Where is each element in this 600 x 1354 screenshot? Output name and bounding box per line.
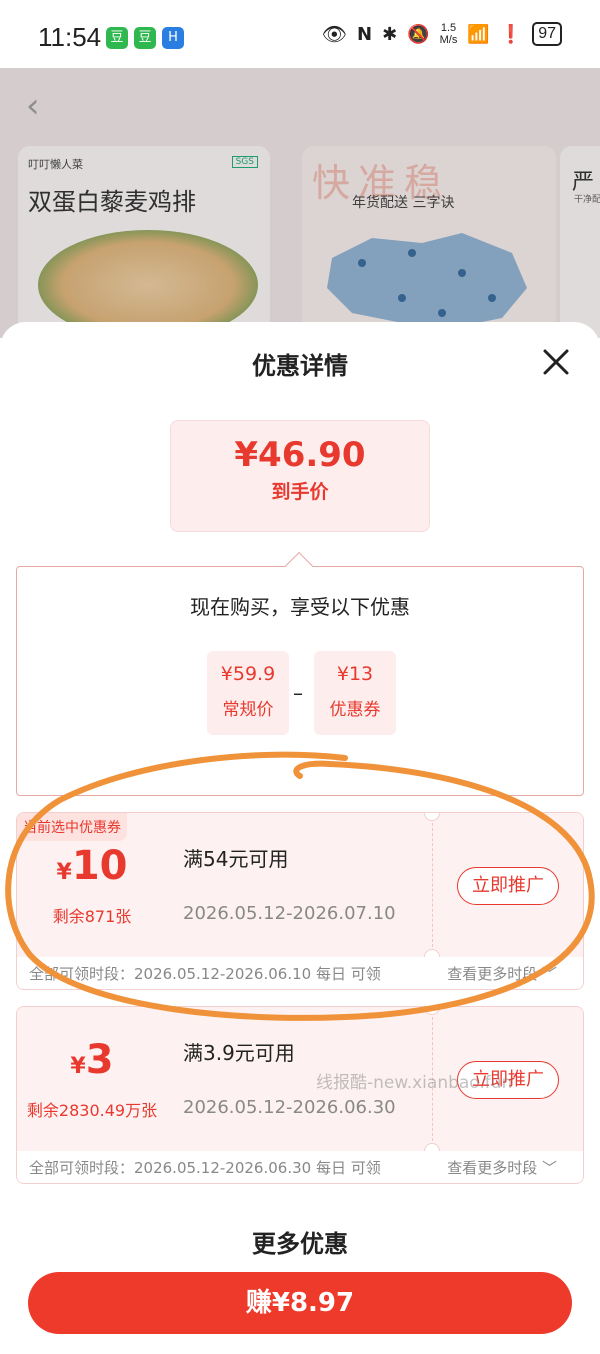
earn-commission-button[interactable]: 赚¥8.97 [28, 1272, 572, 1334]
more-periods-link[interactable]: 查看更多时段 ﹀ [447, 1157, 557, 1178]
coupon-divider [432, 823, 433, 947]
app-notification-icon: 豆 [134, 27, 156, 49]
claim-period: 全部可领时段：2026.05.12-2026.06.10 每日 可领 [29, 965, 381, 983]
mute-icon: 🔕 [407, 23, 430, 45]
status-icons: 👁 N ✱ 🔕 1.5 M/s 📶 ❗ 97 [322, 22, 562, 46]
coupon-amount: ¥10 [56, 843, 128, 889]
watermark: 线报酷-new.xianbao.fun [316, 1073, 513, 1093]
coupon-valid-period: 2026.05.12-2026.07.10 [183, 903, 396, 924]
coupon-notch [424, 1007, 440, 1015]
more-periods-link[interactable]: 查看更多时段 ﹀ [447, 963, 557, 984]
coupon-amount: ¥3 [70, 1037, 114, 1083]
eye-icon: 👁 [321, 22, 348, 46]
discount-breakdown: 现在购买，享受以下优惠 ¥59.9 常规价 – ¥13 优惠券 [16, 551, 584, 796]
bluetooth-icon: ✱ [382, 23, 398, 45]
regular-price-label: 常规价 [222, 700, 274, 720]
regular-price-chip: ¥59.9 常规价 [207, 651, 289, 735]
battery-icon: 97 [532, 22, 562, 46]
breakdown-title: 现在购买，享受以下优惠 [190, 595, 410, 619]
background-product-page: ‹ 叮叮懒人菜 SGS 双蛋白藜麦鸡排 快准稳 年货配送 三字诀 严 干净配 [0, 68, 600, 338]
coupon-discount-label: 优惠券 [329, 700, 381, 720]
sheet-title: 优惠详情 [252, 352, 348, 380]
close-icon[interactable] [540, 346, 572, 378]
coupon-condition: 满54元可用 [183, 847, 289, 871]
coupon-body: 当前选中优惠券 ¥10 剩余871张 满54元可用 2026.05.12-202… [17, 813, 583, 965]
selected-coupon-tag: 当前选中优惠券 [17, 813, 127, 841]
regular-price: ¥59.9 [220, 663, 276, 685]
alert-icon: ❗ [499, 23, 523, 45]
discount-details-sheet: 优惠详情 ¥46.90 到手价 现在购买，享受以下优惠 ¥59.9 常规价 – … [0, 322, 600, 1354]
status-bar: 11:54 豆 豆 H 👁 N ✱ 🔕 1.5 M/s 📶 ❗ 97 [0, 0, 600, 68]
network-speed: 1.5 M/s [439, 22, 458, 46]
coupon-footer: 全部可领时段：2026.05.12-2026.06.30 每日 可领 查看更多时… [17, 1151, 583, 1183]
promote-button[interactable]: 立即推广 [457, 867, 559, 905]
coupon-condition: 满3.9元可用 [183, 1041, 295, 1065]
final-price-label: 到手价 [271, 481, 329, 503]
status-time: 11:54 [38, 22, 102, 52]
minus-sign: – [293, 681, 303, 705]
coupon-card-selected[interactable]: 当前选中优惠券 ¥10 剩余871张 满54元可用 2026.05.12-202… [16, 812, 584, 990]
app-notification-icon: 豆 [106, 27, 128, 49]
claim-period: 全部可领时段：2026.05.12-2026.06.30 每日 可领 [29, 1159, 381, 1177]
coupon-remaining: 剩余871张 [52, 907, 132, 926]
nfc-icon: N [357, 23, 373, 45]
more-discounts-title: 更多优惠 [252, 1230, 348, 1258]
pointer-arrow [284, 551, 314, 581]
final-price-box: ¥46.90 到手价 [170, 420, 430, 532]
coupon-valid-period: 2026.05.12-2026.06.30 [183, 1097, 396, 1118]
final-price: ¥46.90 [234, 435, 366, 475]
app-notification-icon: H [162, 27, 184, 49]
coupon-discount: ¥13 [336, 663, 374, 685]
coupon-remaining: 剩余2830.49万张 [26, 1101, 158, 1120]
coupon-discount-chip: ¥13 优惠券 [314, 651, 396, 735]
coupon-card[interactable]: ¥3 剩余2830.49万张 满3.9元可用 2026.05.12-2026.0… [16, 1006, 584, 1184]
overlay-dim[interactable] [0, 68, 600, 338]
coupon-notch [424, 813, 440, 821]
coupon-footer: 全部可领时段：2026.05.12-2026.06.10 每日 可领 查看更多时… [17, 957, 583, 989]
wifi-icon: 📶 [467, 23, 490, 45]
